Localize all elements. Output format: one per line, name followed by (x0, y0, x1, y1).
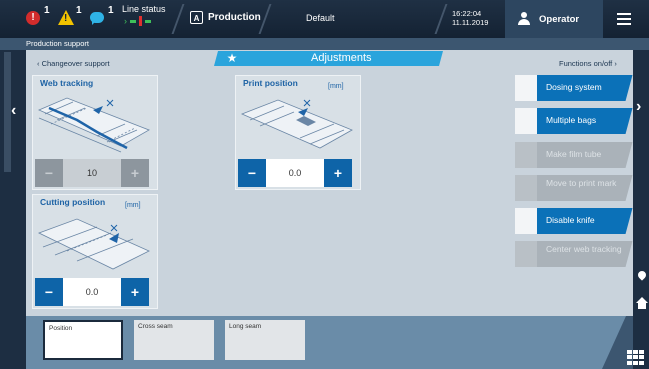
chevron-left-icon[interactable]: ‹ (11, 102, 16, 120)
seam-selector: Position Cross seam Long seam (26, 316, 633, 369)
status-green-icon (130, 19, 136, 23)
seam-tab-position[interactable]: Position (43, 320, 123, 360)
divider (434, 4, 448, 34)
cutting-position-unit: [mm] (125, 202, 141, 209)
production-icon: A (190, 11, 203, 24)
seam-tab-cross-seam[interactable]: Cross seam (134, 320, 214, 360)
status-red-icon (139, 16, 142, 26)
print-position-card: Print position [mm] − 0.0 + (235, 75, 361, 190)
toggle-lamp-icon (515, 175, 537, 201)
decrement-button[interactable]: − (35, 159, 63, 187)
seam-tab-long-seam[interactable]: Long seam (225, 320, 305, 360)
toggle-lamp-icon (515, 75, 537, 101)
toggle-lamp-icon (515, 142, 537, 168)
default-mode[interactable]: Default (306, 13, 335, 23)
warning-icon (58, 10, 74, 25)
function-label: Disable knife (546, 215, 595, 225)
scrollbar[interactable] (4, 52, 11, 172)
production-button[interactable]: A Production (190, 11, 261, 24)
warning-alert[interactable]: 1 (58, 5, 82, 28)
cutting-position-value[interactable]: 0.0 (63, 278, 121, 306)
operator-button[interactable]: Operator (505, 0, 603, 38)
move-to-print-mark-button[interactable]: Move to print mark (515, 175, 633, 201)
function-label: Center web tracking (546, 244, 622, 254)
divider (171, 4, 185, 34)
right-side-panel: › (633, 50, 649, 369)
print-position-title: Print position (243, 78, 298, 88)
top-bar: ! 1 1 1 Line status › A Produ (0, 0, 649, 38)
production-label: Production (208, 12, 261, 23)
function-label: Multiple bags (546, 115, 597, 125)
decrement-button[interactable]: − (35, 278, 63, 306)
alert-group: ! 1 1 1 (26, 5, 114, 28)
message-count: 1 (108, 5, 114, 16)
adjustments-panel: ★ Adjustments ‹ Changeover support Funct… (26, 50, 633, 319)
function-label: Move to print mark (546, 178, 617, 188)
cutting-position-card: Cutting position [mm] − 0.0 + (32, 194, 158, 309)
print-position-stepper: − 0.0 + (238, 159, 352, 187)
clock-time: 16:22:04 (452, 9, 482, 18)
user-icon (518, 12, 530, 25)
menu-icon[interactable] (617, 13, 631, 25)
increment-button[interactable]: + (121, 278, 149, 306)
sub-header: Production support (0, 38, 649, 50)
multiple-bags-button[interactable]: Multiple bags (515, 108, 633, 134)
web-tracking-card: Web tracking − 10 + (32, 75, 158, 190)
cutting-position-stepper: − 0.0 + (35, 278, 149, 306)
dosing-system-button[interactable]: Dosing system (515, 75, 633, 101)
make-film-tube-button[interactable]: Make film tube (515, 142, 633, 168)
toggle-lamp-icon (515, 108, 537, 134)
clock-date: 11.11.2019 (452, 18, 489, 27)
error-alert[interactable]: ! 1 (26, 5, 50, 28)
disable-knife-button[interactable]: Disable knife (515, 208, 633, 234)
error-icon: ! (26, 11, 40, 25)
location-pin-icon[interactable] (636, 269, 648, 281)
warning-count: 1 (76, 5, 82, 16)
apps-grid-icon[interactable] (627, 350, 645, 365)
error-count: 1 (44, 5, 50, 16)
status-green-icon (145, 19, 151, 23)
clock: 16:22:04 11.11.2019 (452, 9, 488, 27)
cutting-position-illustration (37, 218, 150, 270)
star-icon[interactable]: ★ (223, 51, 241, 66)
tab-title: Adjustments (311, 52, 372, 64)
toggle-lamp-icon (515, 241, 537, 267)
toggle-lamp-icon (515, 208, 537, 234)
function-label: Make film tube (546, 149, 602, 159)
decrement-button[interactable]: − (238, 159, 266, 187)
web-tracking-stepper: − 10 + (35, 159, 149, 187)
message-alert[interactable]: 1 (90, 5, 114, 28)
home-icon[interactable] (636, 297, 648, 309)
increment-button[interactable]: + (324, 159, 352, 187)
line-status-indicator: › (124, 16, 166, 26)
functions-onoff-link[interactable]: Functions on/off › (559, 59, 617, 68)
center-web-tracking-button[interactable]: Center web tracking (515, 241, 633, 267)
function-label: Dosing system (546, 82, 602, 92)
web-tracking-title: Web tracking (40, 78, 94, 88)
app-root: ! 1 1 1 Line status › A Produ (0, 0, 649, 369)
line-status-label: Line status (122, 4, 166, 14)
print-position-unit: [mm] (328, 83, 344, 90)
increment-button[interactable]: + (121, 159, 149, 187)
print-position-value[interactable]: 0.0 (266, 159, 324, 187)
chevron-right-icon[interactable]: › (636, 98, 641, 116)
changeover-support-link[interactable]: ‹ Changeover support (37, 59, 110, 68)
line-status[interactable]: Line status › (122, 4, 166, 26)
arrow-right-icon: › (124, 16, 127, 26)
print-position-illustration (240, 99, 353, 149)
message-icon (90, 12, 104, 25)
web-tracking-illustration (37, 97, 150, 153)
cutting-position-title: Cutting position (40, 197, 106, 207)
operator-label: Operator (539, 14, 580, 25)
left-side-panel: ‹ (0, 50, 26, 369)
page-title: Production support (26, 39, 89, 48)
web-tracking-value[interactable]: 10 (63, 159, 121, 187)
